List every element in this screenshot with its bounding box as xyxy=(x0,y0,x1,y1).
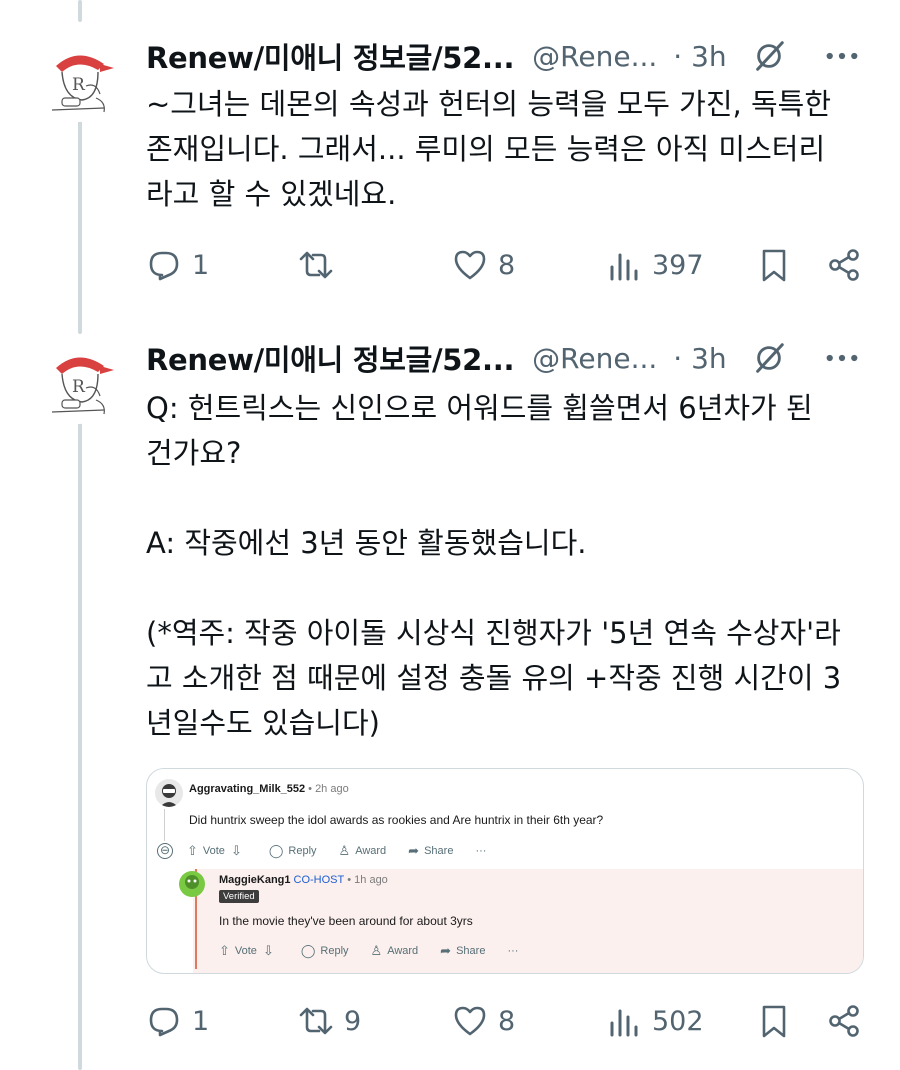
replier-avatar xyxy=(179,871,205,897)
share-icon xyxy=(829,249,859,281)
like-count: 8 xyxy=(498,249,516,281)
views-icon xyxy=(610,253,638,281)
more-options[interactable]: ··· xyxy=(475,845,486,857)
downvote-icon: ⇩ xyxy=(262,943,274,958)
timestamp[interactable]: · 3h xyxy=(673,342,726,375)
vote-button[interactable]: ⇧ Vote ⇩ xyxy=(187,843,247,859)
like-icon xyxy=(454,1006,486,1036)
like-count: 8 xyxy=(498,1005,516,1037)
views-button[interactable]: 502 xyxy=(606,998,704,1044)
svg-text:R: R xyxy=(72,75,86,95)
share-button[interactable]: ➦ Share xyxy=(440,943,485,959)
user-handle[interactable]: @Rene... xyxy=(532,40,657,73)
bookmark-icon xyxy=(762,1005,786,1038)
views-count: 502 xyxy=(652,1005,704,1037)
like-icon xyxy=(454,250,486,280)
tweet-text: Q: 헌트릭스는 신인으로 어워드를 휩쓸면서 6년차가 된 건가요? A: 작… xyxy=(146,391,842,740)
bookmark-icon xyxy=(762,249,786,282)
views-count: 397 xyxy=(652,249,704,281)
reply-thread-line xyxy=(195,869,197,969)
reply-icon xyxy=(149,251,179,281)
repost-button[interactable]: 9 xyxy=(298,998,361,1044)
tweet-actions: 1 9 8 502 xyxy=(146,998,864,1044)
share-icon xyxy=(829,1005,859,1037)
avatar[interactable]: R xyxy=(34,32,124,122)
tweet-actions: 1 8 397 xyxy=(146,242,864,288)
timestamp[interactable]: · 3h xyxy=(673,40,726,73)
more-options[interactable]: ··· xyxy=(507,945,518,957)
reply-icon xyxy=(149,1007,179,1037)
share-arrow-icon: ➦ xyxy=(440,943,452,958)
bookmark-button[interactable] xyxy=(756,998,792,1044)
grok-icon[interactable] xyxy=(751,38,787,74)
reply-button[interactable]: 1 xyxy=(146,998,209,1044)
award-icon: ♙ xyxy=(370,943,383,958)
comment-text: Did huntrix sweep the idol awards as roo… xyxy=(189,813,604,827)
reply-button[interactable]: 1 xyxy=(146,242,209,288)
avatar-illustration: R xyxy=(51,55,114,113)
award-button[interactable]: ♙ Award xyxy=(339,843,387,859)
tweet-header: Renew/미애니 정보글/52... @Rene... · 3h xyxy=(146,338,866,378)
comment-time: • 2h ago xyxy=(308,783,349,795)
views-button[interactable]: 397 xyxy=(606,242,704,288)
reply-highlight xyxy=(193,869,863,973)
downvote-icon: ⇩ xyxy=(230,843,242,858)
grok-icon[interactable] xyxy=(751,340,787,376)
reply-button[interactable]: ◯ Reply xyxy=(269,843,317,859)
comment-actions: ⇧ Vote ⇩ ◯ Reply ♙ Award ➦ Share ··· xyxy=(187,843,508,859)
avatar[interactable]: R xyxy=(34,334,124,424)
upvote-icon: ⇧ xyxy=(219,943,230,958)
replier-name[interactable]: MaggieKang1 CO-HOST • 1h ago xyxy=(219,874,388,886)
reply-time: • 1h ago xyxy=(347,874,388,886)
award-icon: ♙ xyxy=(338,843,351,858)
reply-count: 1 xyxy=(192,249,210,281)
reply-button[interactable]: ◯ Reply xyxy=(301,943,349,959)
reply-actions: ⇧ Vote ⇩ ◯ Reply ♙ Award ➦ Share ··· xyxy=(219,943,540,959)
views-icon xyxy=(610,1009,638,1037)
display-name[interactable]: Renew/미애니 정보글/52... xyxy=(146,337,514,379)
share-arrow-icon: ➦ xyxy=(408,843,420,858)
like-button[interactable]: 8 xyxy=(452,242,515,288)
cohost-badge: CO-HOST xyxy=(293,874,345,886)
reply-text: In the movie they've been around for abo… xyxy=(219,914,473,928)
repost-count: 9 xyxy=(344,1005,362,1037)
display-name[interactable]: Renew/미애니 정보글/52... xyxy=(146,35,514,77)
commenter-avatar xyxy=(155,779,183,807)
share-button[interactable] xyxy=(826,998,862,1044)
repost-button[interactable] xyxy=(298,242,344,288)
retweet-icon xyxy=(299,251,333,279)
user-handle[interactable]: @Rene... xyxy=(532,342,657,375)
reply-count: 1 xyxy=(192,1005,210,1037)
tweet-text: ~그녀는 데몬의 속성과 헌터의 능력을 모두 가진, 독특한 존재입니다. 그… xyxy=(146,87,832,211)
bookmark-button[interactable] xyxy=(756,242,792,288)
comment-thread-line xyxy=(164,809,165,841)
share-button[interactable] xyxy=(826,242,862,288)
award-button[interactable]: ♙ Award xyxy=(371,943,419,959)
share-button[interactable]: ➦ Share xyxy=(408,843,453,859)
reply-bubble-icon: ◯ xyxy=(268,843,284,858)
retweet-icon xyxy=(299,1007,333,1035)
vote-button[interactable]: ⇧ Vote ⇩ xyxy=(219,943,279,959)
reply-bubble-icon: ◯ xyxy=(300,943,316,958)
more-icon[interactable] xyxy=(818,338,866,378)
more-icon[interactable] xyxy=(818,36,866,76)
verified-badge: Verified xyxy=(219,890,259,903)
thread-line-bottom xyxy=(78,412,82,1070)
svg-text:R: R xyxy=(72,377,86,397)
reddit-screenshot[interactable]: Aggravating_Milk_552 • 2h ago Did huntrix… xyxy=(146,768,864,974)
avatar-illustration: R xyxy=(51,357,114,415)
collapse-icon[interactable]: ⊖ xyxy=(157,843,173,859)
like-button[interactable]: 8 xyxy=(452,998,515,1044)
commenter-name[interactable]: Aggravating_Milk_552 • 2h ago xyxy=(189,783,349,795)
tweet-1[interactable]: R Renew/미애니 정보글/52... @Rene... · 3h ~그녀는… xyxy=(0,0,900,330)
upvote-icon: ⇧ xyxy=(187,843,198,858)
tweet-header: Renew/미애니 정보글/52... @Rene... · 3h xyxy=(146,36,866,76)
